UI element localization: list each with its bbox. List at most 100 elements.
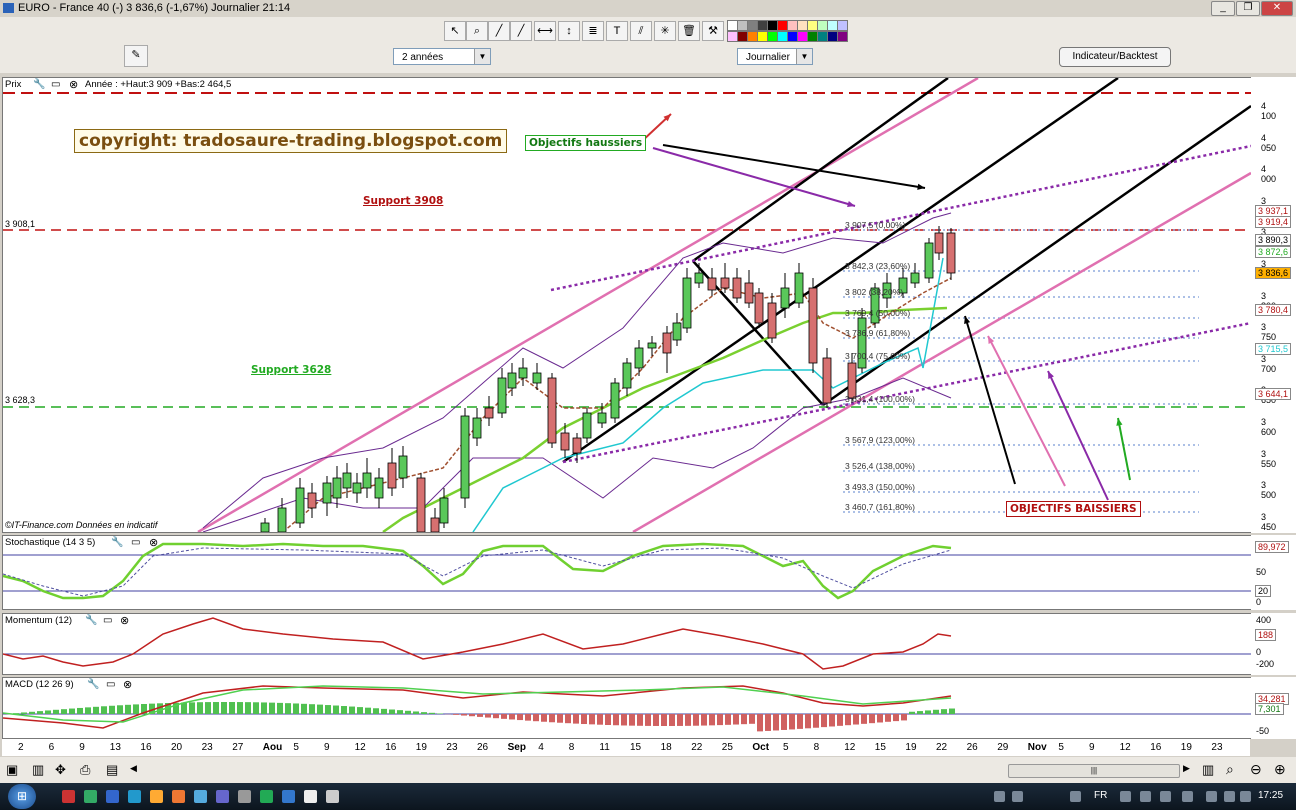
tray-icon[interactable] [1120, 791, 1131, 802]
x-tick-label: 8 [568, 742, 575, 753]
macd-histogram-bar [213, 702, 219, 714]
chart-settings-icon[interactable]: ▥ [1202, 762, 1214, 778]
tray-icon[interactable] [1160, 791, 1171, 802]
x-tick-label: 9 [79, 742, 85, 753]
x-tick-label: 19 [1180, 742, 1192, 753]
taskbar-app-icon[interactable] [260, 790, 273, 803]
color-palette[interactable] [727, 20, 857, 42]
trash-icon[interactable]: 🗑 [678, 21, 700, 41]
close-panel-icon[interactable]: ⊗ [69, 78, 78, 91]
pointer-tool-icon[interactable]: ↖ [444, 21, 466, 41]
taskbar-app-icon[interactable] [304, 790, 317, 803]
tray-icon[interactable] [1182, 791, 1193, 802]
taskbar-app-icon[interactable] [84, 790, 97, 803]
palette-swatch[interactable] [837, 31, 848, 42]
window-icon[interactable]: ▭ [51, 79, 60, 90]
start-button[interactable]: ⊞ [8, 784, 36, 809]
language-indicator[interactable]: FR [1094, 790, 1107, 801]
candle-body [497, 377, 507, 414]
fib-level-label: 3 769,4 (50,00%) [845, 308, 911, 318]
chart-icon[interactable]: ▣ [6, 762, 18, 778]
indicator-backtest-button[interactable]: Indicateur/Backtest [1059, 47, 1171, 67]
window-icon[interactable]: ▭ [131, 537, 140, 548]
taskbar-app-icon[interactable] [172, 790, 185, 803]
restore-button[interactable]: ❐ [1236, 1, 1260, 16]
candle-body [622, 362, 632, 389]
candle-body [307, 492, 317, 509]
text-tool-icon[interactable]: T [606, 21, 628, 41]
window-icon[interactable]: ▭ [106, 679, 115, 690]
minimize-button[interactable]: _ [1211, 1, 1235, 16]
indicator-tool-icon[interactable]: ✎ [124, 45, 148, 67]
zoom-out-icon[interactable]: ⊖ [1250, 761, 1262, 778]
x-tick-label: 23 [446, 742, 458, 753]
tray-icon[interactable] [1012, 791, 1023, 802]
save-icon[interactable]: ▤ [106, 762, 118, 778]
macd-histogram-bar [941, 709, 947, 714]
scroll-right-icon[interactable]: ▶ [1183, 763, 1190, 774]
window-icon[interactable]: ▭ [103, 615, 112, 626]
taskbar-app-icon[interactable] [128, 790, 141, 803]
stochastic-panel[interactable]: Stochastique (14 3 5) 🔧 ▭ ⊗ [2, 535, 1252, 610]
taskbar-app-icon[interactable] [62, 790, 75, 803]
taskbar-app-icon[interactable] [194, 790, 207, 803]
compare-icon[interactable]: ▥ [32, 762, 44, 778]
tray-icon[interactable] [1240, 791, 1251, 802]
line-tool-icon[interactable]: ╱ [488, 21, 510, 41]
zoom-tool-icon[interactable]: ⌕ [466, 21, 488, 41]
close-panel-icon[interactable]: ⊗ [120, 614, 129, 627]
macd-histogram-bar [829, 714, 835, 727]
tray-icon[interactable] [994, 791, 1005, 802]
tray-icon[interactable] [1206, 791, 1217, 802]
line-tool-2-icon[interactable]: ╱ [510, 21, 532, 41]
macd-histogram-bar [365, 707, 371, 714]
fibonacci-tool-icon[interactable]: ≣ [582, 21, 604, 41]
clock[interactable]: 17:25 [1258, 790, 1283, 801]
close-button[interactable]: ✕ [1261, 1, 1293, 16]
x-tick-label: 16 [140, 742, 152, 753]
wrench-icon[interactable]: 🔧 [85, 615, 97, 626]
channel-tool-icon[interactable]: ⫽ [630, 21, 652, 41]
macd-histogram-bar [21, 712, 27, 714]
stoch-k-line [3, 542, 952, 600]
fan-tool-icon[interactable]: ✳ [654, 21, 676, 41]
hammer-icon[interactable]: ⚒ [702, 21, 724, 41]
x-tick-label: 16 [385, 742, 397, 753]
macd-histogram-bar [181, 702, 187, 714]
stochastic-chart [3, 542, 1251, 600]
wrench-icon[interactable]: 🔧 [87, 679, 99, 690]
macd-panel[interactable]: MACD (12 26 9) 🔧 ▭ ⊗ [2, 677, 1252, 739]
taskbar-app-icon[interactable] [326, 790, 339, 803]
tray-icon[interactable] [1140, 791, 1151, 802]
tray-icon[interactable] [1224, 791, 1235, 802]
tray-icon[interactable] [1070, 791, 1081, 802]
wrench-icon[interactable]: 🔧 [33, 79, 45, 90]
period-select[interactable]: 2 années ▼ [393, 48, 491, 65]
vline-tool-icon[interactable]: ↕ [558, 21, 580, 41]
print-icon[interactable]: ⎙ [80, 762, 90, 778]
taskbar-app-icon[interactable] [282, 790, 295, 803]
move-icon[interactable]: ✥ [55, 762, 66, 778]
price-panel[interactable]: Prix 🔧 ▭ ⊗ Année : +Haut:3 909 +Bas:2 46… [2, 77, 1252, 533]
palette-swatch[interactable] [837, 20, 848, 31]
horizontal-scrollbar[interactable]: ||| [1008, 764, 1180, 778]
taskbar-app-icon[interactable] [150, 790, 163, 803]
wrench-icon[interactable]: 🔧 [111, 537, 123, 548]
taskbar-app-icon[interactable] [106, 790, 119, 803]
candle-body [780, 287, 790, 309]
close-panel-icon[interactable]: ⊗ [149, 536, 158, 549]
close-panel-icon[interactable]: ⊗ [123, 678, 132, 691]
zoom-fit-icon[interactable]: ⌕ [1226, 761, 1234, 778]
scroll-left-icon[interactable]: ◀ [130, 763, 137, 774]
x-tick-label: 5 [1058, 742, 1064, 753]
interval-select[interactable]: Journalier ▼ [737, 48, 813, 65]
macd-histogram-bar [517, 714, 523, 721]
candle-body [744, 282, 754, 304]
hline-tool-icon[interactable]: ⟷ [534, 21, 556, 41]
taskbar-app-icon[interactable] [238, 790, 251, 803]
momentum-panel[interactable]: Momentum (12) 🔧 ▭ ⊗ [2, 613, 1252, 675]
macd-histogram-bar [269, 702, 275, 714]
taskbar-app-icon[interactable] [216, 790, 229, 803]
zoom-in-icon[interactable]: ⊕ [1274, 761, 1286, 778]
chevron-down-icon: ▼ [796, 49, 812, 64]
